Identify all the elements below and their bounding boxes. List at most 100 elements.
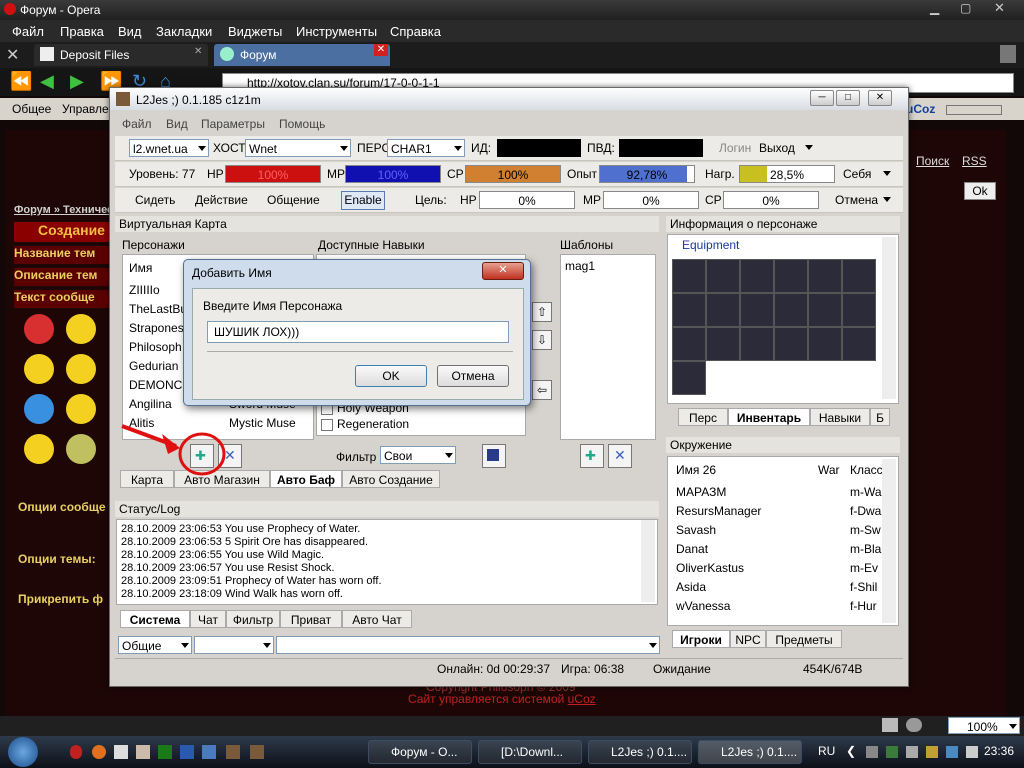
cold-smiley-icon[interactable] [24,394,54,424]
tab-auto-chat[interactable]: Авто Чат [342,610,412,628]
host-select[interactable]: Wnet [245,139,351,157]
chevron-down-icon[interactable] [805,145,813,150]
table-row[interactable]: Savash [676,523,716,537]
staff-icon[interactable] [774,293,808,327]
app-icon[interactable] [202,745,216,759]
log-panel[interactable]: 28.10.2009 23:06:53 You use Prophecy of … [116,519,658,605]
checkbox[interactable] [321,419,333,431]
l2jes-icon[interactable] [250,745,264,759]
tab-inventory[interactable]: Инвентарь [728,408,810,426]
zoom-select[interactable]: 100% [948,717,1020,734]
list-item[interactable]: Angilina [129,397,172,411]
tab-close-icon[interactable]: ✕ [374,44,388,56]
l2jes-icon[interactable] [226,745,240,759]
taskbar-item-l2jes-2[interactable]: L2Jes ;) 0.1.... [698,740,802,764]
table-row[interactable]: OliverKastus [676,561,744,575]
chat-channel-select[interactable]: Общие [118,636,192,654]
chevron-down-icon[interactable] [883,171,891,176]
chat-input[interactable] [276,636,660,654]
tab-items[interactable]: Предметы [766,630,842,648]
sword-icon[interactable] [842,327,876,361]
list-item[interactable]: TheLastBu [129,302,187,316]
laugh-smiley-icon[interactable] [24,434,54,464]
tab-npc[interactable]: NPC [730,630,766,648]
network-icon[interactable] [946,746,958,758]
chevron-left-icon[interactable]: ❮ [846,744,856,758]
word-icon[interactable] [180,745,194,759]
santa-hat-icon[interactable] [842,293,876,327]
opera-icon[interactable] [70,745,82,759]
column-header[interactable]: War [818,463,840,477]
search-link[interactable]: Поиск [916,154,949,168]
tray-icon[interactable] [866,746,878,758]
toolbar-manage[interactable]: Управлен [62,102,115,116]
crazy-smiley-icon[interactable] [66,434,96,464]
equipment-scrollbar[interactable] [882,237,896,399]
smile-smiley-icon[interactable] [66,394,96,424]
character-select[interactable]: CHAR1 [387,139,465,157]
password-input[interactable] [619,139,703,157]
env-scrollbar[interactable] [882,459,896,623]
tab-skills[interactable]: Навыки [810,408,870,426]
earring-icon[interactable] [740,327,774,361]
tray-icon[interactable] [906,746,918,758]
social-menu[interactable]: Общение [267,193,320,207]
menu-params[interactable]: Параметры [201,117,265,131]
tab-forum[interactable]: Форум ✕ [214,44,390,66]
menu-help[interactable]: Помощь [279,117,325,131]
remove-template-button[interactable]: ✕ [608,444,632,468]
chat-target-select[interactable] [194,636,274,654]
mace-icon[interactable] [808,327,842,361]
log-scrollbar[interactable] [641,520,655,602]
app-icon[interactable] [158,745,172,759]
move-left-button[interactable]: ⇦ [532,380,552,400]
print-icon[interactable] [882,718,898,732]
filter-select[interactable]: Свои [380,446,456,464]
tab-system[interactable]: Система [120,610,190,628]
bracelet-icon[interactable] [774,259,808,293]
list-item[interactable]: ZIIIIIo [129,283,160,297]
trash-icon[interactable] [1000,45,1016,63]
id-input[interactable] [497,139,581,157]
sit-button[interactable]: Сидеть [135,193,175,207]
firefox-icon[interactable] [92,745,106,759]
skillbook-button[interactable] [482,444,506,468]
tab-private[interactable]: Приват [280,610,342,628]
list-item[interactable]: Mystic Muse [229,416,296,430]
cancel-target-button[interactable]: Отмена [835,193,878,207]
rewind-icon[interactable]: ⏪ [10,71,32,92]
forward-icon[interactable]: ▶ [70,71,84,92]
move-down-button[interactable]: ⇩ [532,330,552,350]
menu-bookmarks[interactable]: Закладки [156,24,212,39]
angry-smiley-icon[interactable] [24,314,54,344]
add-template-button[interactable]: ✚ [580,444,604,468]
taskbar-item-l2jes-1[interactable]: L2Jes ;) 0.1.... [588,740,692,764]
taskbar-item-downloads[interactable]: [D:\Downl... [478,740,582,764]
environment-table[interactable]: Имя 26 War Класс МАРАЗМ m-Wa ResursManage… [667,456,899,626]
start-button[interactable] [8,737,38,767]
table-row[interactable]: Asida [676,580,706,594]
chain-icon[interactable] [706,327,740,361]
list-item[interactable]: Gedurian [129,359,178,373]
tab-char[interactable]: Перс [678,408,728,426]
surprised-smiley-icon[interactable] [66,354,96,384]
character-name-input[interactable]: ШУШИК ЛОХ))) [207,321,509,343]
explorer-icon[interactable] [114,745,128,759]
tray-icon[interactable] [886,746,898,758]
close-icon[interactable]: ✕ [994,0,1005,16]
tab-chat[interactable]: Чат [190,610,226,628]
menu-edit[interactable]: Правка [60,24,104,39]
move-up-button[interactable]: ⇧ [532,302,552,322]
view-icon[interactable] [906,718,922,732]
helmet-icon[interactable] [706,259,740,293]
breadcrumb[interactable]: Форум » Техничес [14,204,113,216]
tool-icon[interactable] [136,745,150,759]
table-row[interactable]: Danat [676,542,708,556]
table-row[interactable]: wVanessa [676,599,730,613]
self-target-button[interactable]: Себя [843,167,871,181]
robe-icon[interactable] [808,259,842,293]
menu-file[interactable]: Файл [12,24,44,39]
menu-help[interactable]: Справка [390,24,441,39]
rss-link[interactable]: RSS [962,154,987,168]
menu-view[interactable]: Вид [118,24,142,39]
